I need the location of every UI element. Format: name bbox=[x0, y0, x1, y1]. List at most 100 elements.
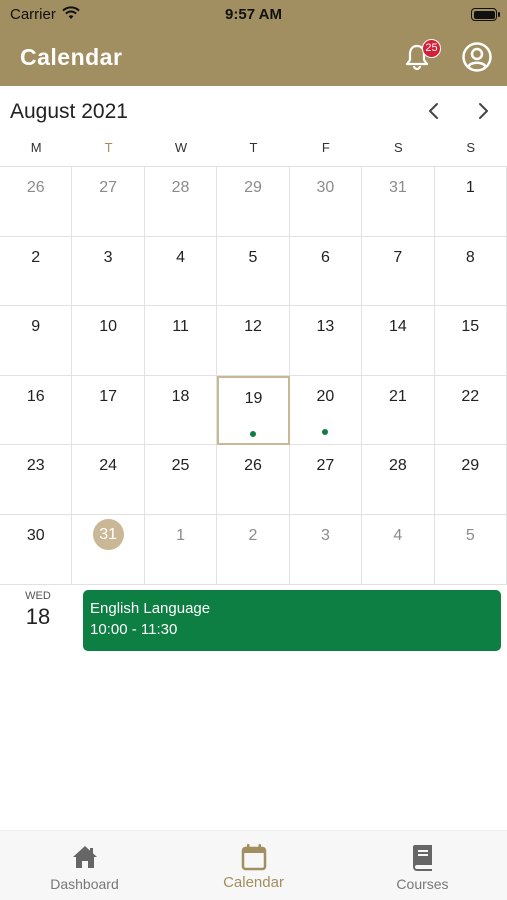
calendar-icon bbox=[241, 844, 266, 871]
calendar-day-cell[interactable]: 7 bbox=[362, 236, 435, 307]
battery-icon bbox=[471, 8, 500, 21]
day-number: 22 bbox=[461, 387, 480, 405]
calendar-day-cell[interactable]: 4 bbox=[362, 515, 435, 585]
calendar-day-cell[interactable]: 18 bbox=[144, 375, 218, 446]
page-title: Calendar bbox=[20, 44, 123, 70]
day-number: 17 bbox=[99, 387, 118, 405]
event-card[interactable]: English Language 10:00 - 11:30 bbox=[83, 590, 501, 651]
weekday-label: S bbox=[466, 140, 476, 155]
app-header: Carrier 9:57 AM Calendar 25 bbox=[0, 0, 507, 86]
calendar-day-cell[interactable]: 27 bbox=[289, 445, 363, 515]
calendar-day-cell[interactable]: 25 bbox=[144, 445, 218, 515]
day-number: 29 bbox=[244, 179, 262, 196]
calendar-day-cell[interactable]: 13 bbox=[289, 306, 363, 376]
day-number: 15 bbox=[461, 318, 480, 336]
calendar-day-cell[interactable]: 24 bbox=[72, 445, 145, 515]
chevron-right-icon bbox=[479, 103, 488, 119]
calendar-day-cell[interactable]: 5 bbox=[434, 515, 507, 585]
prev-month-button[interactable] bbox=[421, 98, 447, 124]
day-number: 3 bbox=[320, 527, 330, 544]
calendar-day-cell[interactable]: 11 bbox=[144, 306, 218, 376]
calendar-day-cell[interactable]: 29 bbox=[434, 445, 507, 515]
calendar-day-cell[interactable]: 19 bbox=[217, 375, 290, 446]
calendar-day-cell[interactable]: 1 bbox=[434, 167, 507, 237]
next-month-button[interactable] bbox=[470, 98, 496, 124]
status-time: 9:57 AM bbox=[225, 6, 282, 23]
calendar-day-cell[interactable]: 28 bbox=[362, 445, 435, 515]
day-number: 18 bbox=[171, 387, 190, 405]
day-number: 1 bbox=[176, 527, 185, 544]
calendar-day-cell[interactable]: 1 bbox=[144, 515, 218, 585]
calendar-day-cell[interactable]: 14 bbox=[362, 306, 435, 376]
notifications-button[interactable]: 25 bbox=[402, 39, 441, 74]
profile-button[interactable] bbox=[461, 41, 493, 73]
calendar-day-cell[interactable]: 10 bbox=[72, 306, 145, 376]
calendar-day-cell[interactable]: 26 bbox=[0, 167, 73, 237]
agenda-date: 18 bbox=[25, 604, 51, 629]
event-indicator-dot bbox=[322, 428, 329, 435]
calendar-day-cell[interactable]: 20 bbox=[289, 375, 363, 446]
day-number: 25 bbox=[171, 457, 190, 475]
day-number: 4 bbox=[176, 248, 185, 266]
day-number: 27 bbox=[99, 179, 118, 196]
event-title: English Language bbox=[90, 600, 211, 617]
calendar-day-cell[interactable]: 4 bbox=[144, 236, 218, 307]
calendar-day-cell[interactable]: 2 bbox=[0, 236, 73, 307]
calendar-day-cell[interactable]: 31 bbox=[362, 167, 435, 237]
calendar-day-cell[interactable]: 30 bbox=[0, 515, 73, 585]
calendar-day-cell[interactable]: 5 bbox=[217, 236, 290, 307]
weekday-label: W bbox=[174, 140, 188, 155]
day-number: 24 bbox=[99, 457, 118, 475]
calendar-day-cell[interactable]: 9 bbox=[0, 306, 73, 376]
calendar-day-cell[interactable]: 17 bbox=[72, 375, 145, 446]
day-number: 29 bbox=[461, 457, 480, 475]
calendar-day-cell[interactable]: 3 bbox=[289, 515, 363, 585]
day-number: 30 bbox=[316, 179, 335, 196]
day-number: 20 bbox=[316, 387, 335, 405]
calendar-day-cell[interactable]: 31 bbox=[72, 515, 145, 585]
day-number: 23 bbox=[26, 457, 45, 475]
calendar-day-cell[interactable]: 22 bbox=[434, 375, 507, 446]
day-number: 2 bbox=[31, 248, 41, 266]
calendar-day-cell[interactable]: 26 bbox=[217, 445, 290, 515]
day-number: 4 bbox=[393, 527, 403, 544]
user-icon bbox=[462, 42, 492, 72]
calendar-day-cell[interactable]: 16 bbox=[0, 375, 73, 446]
day-number: 2 bbox=[248, 527, 258, 544]
home-icon bbox=[72, 846, 97, 868]
weekday-label: T bbox=[249, 140, 258, 155]
calendar-day-cell[interactable]: 15 bbox=[434, 306, 507, 376]
day-number: 27 bbox=[316, 457, 335, 475]
weekday-header-row: M T W T F S S bbox=[0, 140, 507, 166]
day-number: 30 bbox=[26, 527, 45, 544]
day-number: 5 bbox=[465, 527, 475, 544]
chevron-left-icon bbox=[429, 103, 438, 119]
day-number: 3 bbox=[103, 248, 113, 266]
tab-courses[interactable]: Courses bbox=[338, 831, 507, 900]
calendar-day-cell[interactable]: 2 bbox=[217, 515, 290, 585]
book-icon bbox=[412, 845, 432, 871]
day-number: 8 bbox=[465, 248, 475, 266]
calendar-day-cell[interactable]: 27 bbox=[72, 167, 145, 237]
day-number: 5 bbox=[248, 248, 258, 266]
day-number: 13 bbox=[316, 318, 335, 336]
calendar-day-cell[interactable]: 8 bbox=[434, 236, 507, 307]
calendar-day-cell[interactable]: 28 bbox=[144, 167, 218, 237]
day-number: 14 bbox=[388, 318, 407, 336]
day-number: 31 bbox=[388, 179, 407, 196]
calendar-day-cell[interactable]: 30 bbox=[289, 167, 363, 237]
tab-calendar[interactable]: Calendar bbox=[169, 831, 338, 900]
calendar-day-cell[interactable]: 12 bbox=[217, 306, 290, 376]
calendar-day-cell[interactable]: 23 bbox=[0, 445, 73, 515]
calendar-day-cell[interactable]: 29 bbox=[217, 167, 290, 237]
weekday-label: M bbox=[30, 140, 42, 155]
calendar-day-cell[interactable]: 3 bbox=[72, 236, 145, 307]
calendar-day-cell[interactable]: 21 bbox=[362, 375, 435, 446]
day-number: 28 bbox=[171, 179, 190, 196]
calendar-day-cell[interactable]: 6 bbox=[289, 236, 363, 307]
tab-bar: Dashboard Calendar Courses bbox=[0, 830, 507, 900]
tab-dashboard[interactable]: Dashboard bbox=[0, 831, 169, 900]
tab-label: Courses bbox=[396, 876, 449, 892]
tab-label: Calendar bbox=[223, 874, 284, 891]
day-number: 9 bbox=[31, 318, 41, 336]
